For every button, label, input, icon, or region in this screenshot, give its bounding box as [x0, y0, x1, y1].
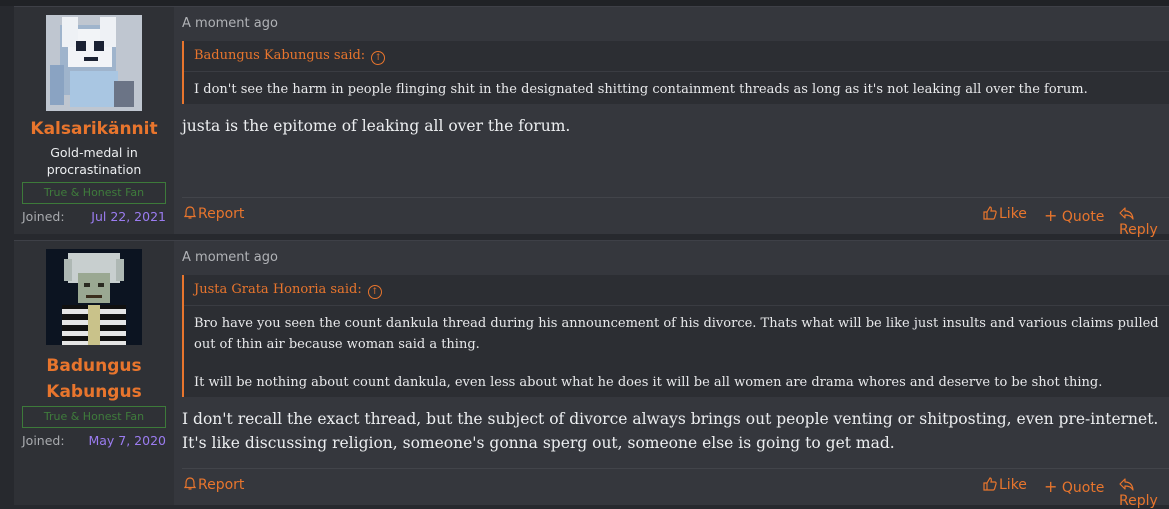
avatar[interactable]	[46, 249, 142, 345]
thumbs-up-icon	[983, 477, 997, 491]
plus-icon: +	[1044, 206, 1058, 225]
like-button[interactable]: Like	[983, 477, 1027, 493]
joined-date: May 7, 2020	[88, 433, 166, 448]
quote-paragraph: It will be nothing about count dankula, …	[194, 375, 1103, 390]
quote-attribution[interactable]: Badungus Kabungus said: ↑	[194, 48, 386, 65]
joined-label: Joined:	[22, 433, 65, 448]
reply-label: Reply	[1119, 493, 1158, 509]
bell-icon	[183, 206, 197, 219]
post-date[interactable]: A moment ago	[182, 16, 278, 31]
report-label: Report	[198, 206, 245, 222]
like-label: Like	[999, 206, 1027, 222]
report-button[interactable]: Report	[183, 206, 245, 222]
username[interactable]: Badungus Kabungus	[14, 353, 174, 405]
quote-block: Justa Grata Honoria said: ↑ Bro have you …	[182, 275, 1169, 397]
user-banner: True & Honest Fan	[22, 182, 166, 204]
quote-block: Badungus Kabungus said: ↑ I don't see the…	[182, 41, 1169, 104]
reply-arrow-icon	[1119, 207, 1134, 220]
post-footer: Report Like + Quote Reply	[182, 468, 1169, 509]
post-message: justa is the epitome of leaking all over…	[182, 117, 571, 135]
avatar[interactable]	[46, 15, 142, 111]
arrow-up-circle-icon[interactable]: ↑	[367, 285, 382, 299]
joined-date: Jul 22, 2021	[91, 209, 166, 224]
report-label: Report	[198, 477, 245, 493]
post: Kalsarikännit Gold-medal in procrastinat…	[14, 6, 1169, 238]
post-message: I don't recall the exact thread, but the…	[182, 410, 1159, 452]
quote-author[interactable]: Justa Grata Honoria said:	[194, 282, 362, 297]
post-main: A moment ago Badungus Kabungus said: ↑ I …	[182, 7, 1169, 238]
like-label: Like	[999, 477, 1027, 493]
post-user-sidebar: Badungus Kabungus True & Honest Fan Join…	[14, 241, 174, 505]
quote-text: I don't see the harm in people flinging …	[194, 82, 1088, 97]
post-user-sidebar: Kalsarikännit Gold-medal in procrastinat…	[14, 7, 174, 234]
reply-arrow-icon	[1119, 478, 1134, 491]
quote-paragraph: Bro have you seen the count dankula thre…	[194, 316, 1159, 352]
quote-divider	[184, 305, 1169, 306]
post-footer: Report Like + Quote Reply	[182, 197, 1169, 238]
thumbs-up-icon	[983, 206, 997, 220]
quote-label: Quote	[1061, 480, 1105, 496]
quote-button[interactable]: + Quote	[1044, 206, 1104, 225]
post-main: A moment ago Justa Grata Honoria said: ↑ …	[182, 241, 1169, 509]
post-date[interactable]: A moment ago	[182, 250, 278, 265]
reply-button[interactable]: Reply	[1119, 206, 1169, 238]
bell-icon	[183, 477, 197, 490]
quote-label: Quote	[1061, 209, 1105, 225]
arrow-up-circle-icon[interactable]: ↑	[371, 51, 386, 65]
joined-label: Joined:	[22, 209, 65, 224]
post: Badungus Kabungus True & Honest Fan Join…	[14, 240, 1169, 509]
quote-attribution[interactable]: Justa Grata Honoria said: ↑	[194, 282, 382, 299]
username[interactable]: Kalsarikännit	[14, 119, 174, 139]
user-banner: True & Honest Fan	[22, 406, 166, 428]
user-title: Gold-medal in procrastination	[46, 145, 142, 177]
plus-icon: +	[1044, 477, 1058, 496]
quote-divider	[184, 71, 1169, 72]
reply-label: Reply	[1119, 222, 1158, 238]
quote-button[interactable]: + Quote	[1044, 477, 1104, 496]
report-button[interactable]: Report	[183, 477, 245, 493]
like-button[interactable]: Like	[983, 206, 1027, 222]
quote-author[interactable]: Badungus Kabungus said:	[194, 48, 365, 63]
reply-button[interactable]: Reply	[1119, 477, 1169, 509]
